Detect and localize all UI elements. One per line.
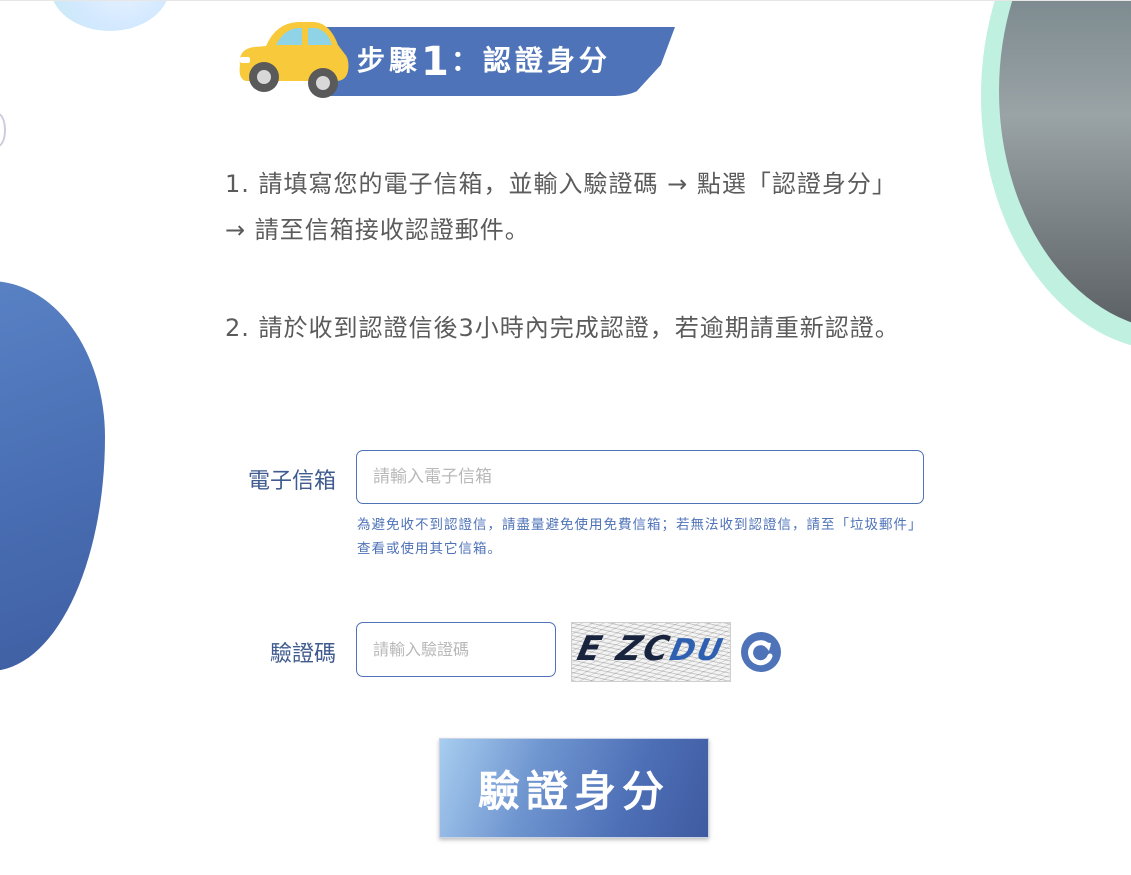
decorative-bubble <box>50 1 170 31</box>
decorative-ring <box>0 113 6 147</box>
instruction-step-1: 1. 請填寫您的電子信箱，並輸入驗證碼 → 點選「認證身分」→ 請至信箱接收認證… <box>225 170 897 244</box>
step-banner: 步驟1：認證身分 <box>232 13 677 103</box>
email-input[interactable] <box>356 450 924 504</box>
email-hint: 為避免收不到認證信，請盡量避免使用免費信箱；若無法收到認證信，請至「垃圾郵件」查… <box>357 517 923 557</box>
instruction-step-2: 2. 請於收到認證信後3小時內完成認證，若逾期請重新認證。 <box>225 314 900 342</box>
captcha-input[interactable] <box>356 622 556 677</box>
instructions: 1. 請填寫您的電子信箱，並輸入驗證碼 → 點選「認證身分」→ 請至信箱接收認證… <box>225 161 915 403</box>
captcha-refresh-button[interactable] <box>741 632 781 672</box>
page: 步驟1：認證身分 1. 請填寫您的電子信箱，並輸入驗證碼 → 點選「認證身分」→… <box>0 0 1131 875</box>
car-icon <box>239 22 349 98</box>
captcha-label: 驗證碼 <box>269 642 336 667</box>
refresh-icon <box>748 640 773 666</box>
verify-identity-button[interactable]: 驗證身分 <box>439 738 709 838</box>
street-photo <box>999 1 1131 331</box>
email-label: 電子信箱 <box>247 469 336 494</box>
step-title: 步驟1：認證身分 <box>357 39 611 85</box>
decorative-blue-blob <box>0 281 105 671</box>
captcha-code: E ZCDU <box>573 629 728 669</box>
captcha-image: E ZCDU <box>571 622 731 682</box>
street-photo-circle <box>981 1 1131 351</box>
